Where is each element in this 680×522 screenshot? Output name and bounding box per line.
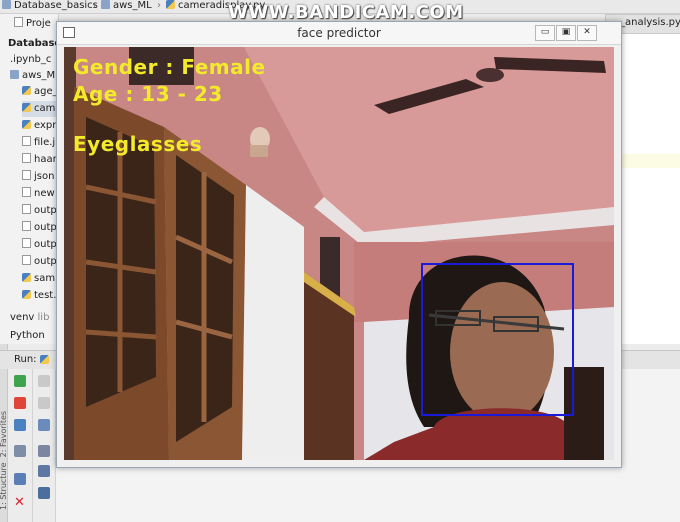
rerun-icon[interactable]: [14, 375, 26, 387]
file-icon: [22, 153, 31, 163]
stop-icon[interactable]: [14, 397, 26, 409]
tree-item[interactable]: outp: [22, 220, 57, 236]
tree-item[interactable]: outp: [22, 254, 57, 270]
tree-item[interactable]: new: [22, 186, 55, 202]
run-label: Run:: [14, 354, 37, 365]
down-arrow-icon[interactable]: [38, 397, 50, 409]
current-line-highlight: [620, 154, 680, 168]
file-icon: [22, 221, 31, 231]
tree-item[interactable]: age_: [22, 84, 58, 100]
structure-tool-label[interactable]: 1: Structure: [0, 462, 8, 510]
editor-area[interactable]: [620, 14, 680, 344]
print-icon[interactable]: [38, 465, 50, 477]
window-titlebar[interactable]: face predictor ▭ ▣ ✕: [57, 22, 621, 45]
gender-label: Gender : Female: [73, 55, 266, 79]
tree-item[interactable]: json: [22, 169, 54, 185]
age-label: Age : 13 - 23: [73, 82, 223, 106]
tree-item-external[interactable]: Python: [10, 328, 45, 344]
pin-icon[interactable]: [14, 473, 26, 485]
project-tab[interactable]: Proje: [14, 16, 51, 32]
favorites-tool-label[interactable]: 2: Favorites: [0, 411, 8, 457]
breadcrumb-project[interactable]: Database_basics: [2, 0, 98, 13]
wrap-icon[interactable]: [38, 419, 50, 431]
tree-item[interactable]: aws_ML: [10, 68, 61, 84]
python-file-icon: [22, 273, 31, 282]
run-toolbar-secondary: [33, 369, 56, 522]
tree-item-label: outp: [34, 239, 57, 250]
file-icon: [22, 187, 31, 197]
file-icon: [22, 238, 31, 248]
tree-item[interactable]: outp: [22, 237, 57, 253]
pause-icon[interactable]: [14, 419, 26, 431]
restore-button[interactable]: ▣: [556, 25, 576, 41]
folder-icon: [10, 70, 19, 79]
side-tool-labels: 1: Structure 2: Favorites: [0, 390, 8, 510]
layout-icon[interactable]: [14, 445, 26, 457]
bandicam-watermark: WWW.BANDICAM.COM: [228, 2, 464, 23]
python-file-icon: [22, 120, 31, 129]
camera-frame: Gender : Female Age : 13 - 23 Eyeglasses: [64, 47, 614, 460]
folder-icon: [2, 0, 11, 9]
tree-item-label: new: [34, 188, 55, 199]
tree-item-selected[interactable]: cam: [22, 101, 58, 117]
tree-item-label: cam: [34, 103, 56, 114]
tree-item[interactable]: outp: [22, 203, 57, 219]
file-icon: [22, 255, 31, 265]
trash-icon[interactable]: [38, 487, 50, 499]
tree-item[interactable]: test.: [22, 288, 56, 304]
face-predictor-window: face predictor ▭ ▣ ✕ Gender: Female Age…: [56, 21, 622, 468]
tree-item-label: age_: [34, 86, 58, 97]
tree-item[interactable]: expr: [22, 118, 56, 134]
breadcrumb-folder[interactable]: aws_ML: [101, 0, 152, 13]
tree-item-label: test.: [34, 290, 57, 301]
file-icon: [22, 204, 31, 214]
tree-item[interactable]: sam: [22, 271, 55, 287]
tree-item-label: haar: [34, 154, 57, 165]
editor-tab-label: _analysis.py: [620, 17, 680, 28]
tree-item-label: Python: [10, 330, 45, 341]
tree-item-label: outp: [34, 256, 57, 267]
project-icon: [14, 17, 23, 27]
project-tab-label: Proje: [26, 18, 51, 29]
breadcrumb-project-label: Database_basics: [14, 0, 98, 11]
close-icon[interactable]: ✕: [14, 496, 26, 509]
tree-item-label: outp: [34, 205, 57, 216]
tree-item-venv[interactable]: venv lib: [10, 310, 49, 326]
close-button[interactable]: ✕: [577, 25, 597, 41]
project-panel: Proje Database_b .ipynb_c aws_ML age_ ca…: [0, 14, 73, 344]
face-detection-box: [421, 263, 574, 416]
minimize-button[interactable]: ▭: [535, 25, 555, 41]
tree-item-label: outp: [34, 222, 57, 233]
scroll-to-end-icon[interactable]: [38, 445, 50, 457]
tree-item[interactable]: .ipynb_c: [10, 52, 51, 68]
tree-item[interactable]: haar: [22, 152, 57, 168]
python-file-icon: [22, 86, 31, 95]
tree-item-label: .ipynb_c: [10, 54, 52, 65]
python-file-icon: [40, 355, 49, 364]
attribute-label: Eyeglasses: [73, 132, 203, 156]
tree-item-label: sam: [34, 273, 56, 284]
tree-item-label: file.j: [34, 137, 56, 148]
run-toolbar: ✕: [8, 369, 33, 522]
venv-suffix: lib: [37, 312, 50, 323]
tree-item-label: aws_ML: [22, 70, 61, 81]
file-icon: [22, 136, 31, 146]
tree-item[interactable]: file.j: [22, 135, 55, 151]
breadcrumb-separator: ›: [93, 0, 97, 11]
tree-item-label: json: [34, 171, 55, 182]
breadcrumb-folder-label: aws_ML: [113, 0, 152, 11]
folder-icon: [101, 0, 110, 9]
up-arrow-icon[interactable]: [38, 375, 50, 387]
python-file-icon: [22, 103, 31, 112]
breadcrumb-separator: ›: [157, 0, 161, 11]
python-file-icon: [22, 290, 31, 299]
tree-item-label: venv: [10, 312, 35, 323]
python-file-icon: [166, 0, 175, 9]
tree-item-label: expr: [34, 120, 57, 131]
file-icon: [22, 170, 31, 180]
